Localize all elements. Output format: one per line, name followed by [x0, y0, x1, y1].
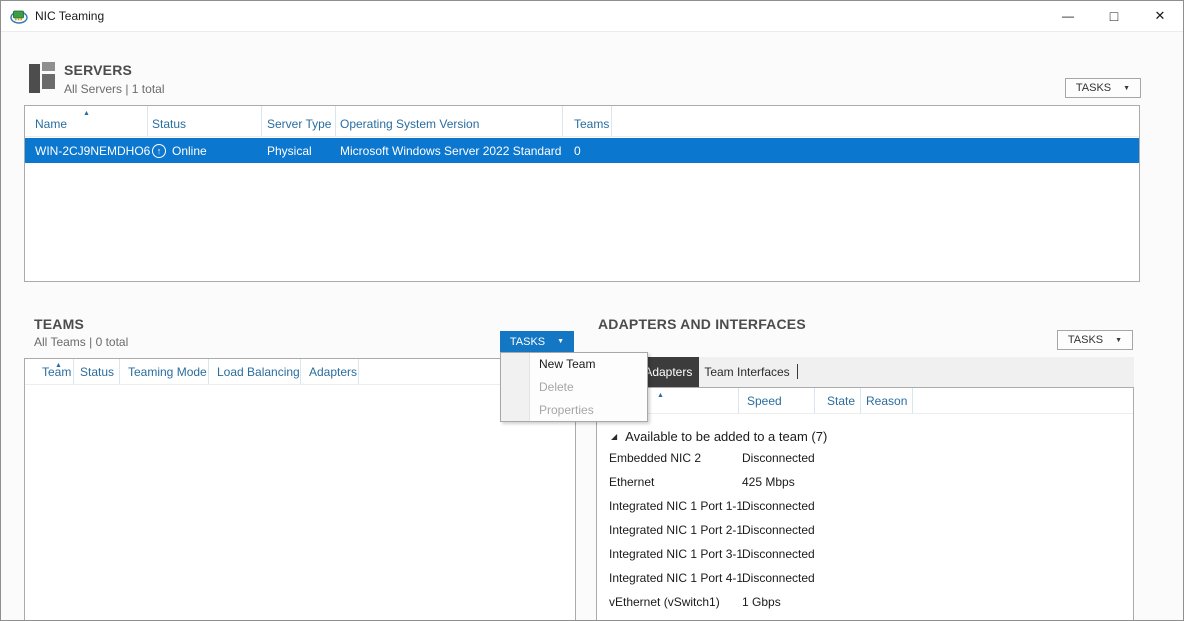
- adapter-name: Embedded NIC 2: [609, 446, 701, 470]
- teams-col-team[interactable]: Team: [25, 359, 74, 384]
- adapter-row[interactable]: Ethernet 425 Mbps: [597, 470, 1133, 494]
- adapter-speed: Disconnected: [742, 542, 815, 566]
- adapter-row[interactable]: Embedded NIC 2 Disconnected: [597, 446, 1133, 470]
- adapter-name: Integrated NIC 1 Port 1-1: [609, 494, 743, 518]
- close-button[interactable]: ✕: [1137, 1, 1183, 31]
- window-title: NIC Teaming: [35, 9, 104, 23]
- adapter-speed: Disconnected: [742, 518, 815, 542]
- adapter-speed: Disconnected: [742, 446, 815, 470]
- expanded-triangle-icon: ◢: [611, 432, 617, 441]
- adapter-row[interactable]: vEthernet (vSwitch1) 1 Gbps: [597, 590, 1133, 614]
- maximize-button[interactable]: □: [1091, 1, 1137, 31]
- close-icon: ✕: [1155, 8, 1166, 24]
- adapters-table-header: ▲ Speed State Reason: [597, 388, 1133, 414]
- caret-down-icon: ▼: [1123, 85, 1130, 92]
- adapter-name: Integrated NIC 1 Port 4-1: [609, 566, 743, 590]
- adapter-name: vEthernet (vSwitch1): [609, 590, 720, 614]
- teams-table-header: ▲ Team Status Teaming Mode Load Balancin…: [25, 359, 575, 385]
- adapters-col-state[interactable]: State: [815, 388, 861, 413]
- adapter-name: Ethernet: [609, 470, 654, 494]
- menu-item-new-team[interactable]: New Team: [501, 353, 647, 376]
- adapters-tasks-button[interactable]: TASKS ▼: [1057, 330, 1133, 350]
- server-type: Physical: [267, 138, 312, 163]
- adapters-tasks-label: TASKS: [1068, 334, 1103, 346]
- server-name: WIN-2CJ9NEMDHO6: [35, 138, 150, 163]
- adapter-speed: 1 Gbps: [742, 590, 781, 614]
- adapter-row[interactable]: Integrated NIC 1 Port 3-1 Disconnected: [597, 542, 1133, 566]
- adapter-speed: Disconnected: [742, 566, 815, 590]
- adapter-row[interactable]: Integrated NIC 1 Port 4-1 Disconnected: [597, 566, 1133, 590]
- minimize-icon: —: [1062, 9, 1074, 23]
- teams-tasks-button[interactable]: TASKS ▼: [500, 331, 574, 352]
- servers-tasks-label: TASKS: [1076, 82, 1111, 94]
- teams-col-teaming-mode[interactable]: Teaming Mode: [120, 359, 209, 384]
- servers-col-teams[interactable]: Teams: [563, 106, 612, 136]
- adapters-col-reason[interactable]: Reason: [861, 388, 913, 413]
- adapters-col-speed[interactable]: Speed: [739, 388, 815, 413]
- adapter-name: Integrated NIC 1 Port 3-1: [609, 542, 743, 566]
- teams-tasks-label: TASKS: [510, 336, 545, 348]
- servers-icon: [29, 62, 57, 93]
- maximize-icon: □: [1110, 8, 1118, 24]
- adapters-section-title: ADAPTERS AND INTERFACES: [598, 316, 806, 332]
- group-header-label: Available to be added to a team (7): [625, 429, 827, 444]
- adapters-table: ▲ Speed State Reason ◢ Available to be a…: [596, 387, 1134, 621]
- teams-col-adapters[interactable]: Adapters: [301, 359, 359, 384]
- title-bar: NIC Teaming — □ ✕: [1, 1, 1183, 32]
- adapter-row[interactable]: Integrated NIC 1 Port 1-1 Disconnected: [597, 494, 1133, 518]
- adapter-speed: 425 Mbps: [742, 470, 795, 494]
- servers-table-header: ▲ Name Status Server Type Operating Syst…: [25, 106, 1139, 137]
- adapter-name: Integrated NIC 1 Port 2-1: [609, 518, 743, 542]
- adapters-tab-strip: Network Adapters Team Interfaces: [596, 357, 1134, 387]
- minimize-button[interactable]: —: [1045, 1, 1091, 31]
- server-row-selected[interactable]: WIN-2CJ9NEMDHO6 ↑ Online Physical Micros…: [25, 138, 1139, 163]
- menu-item-properties: Properties: [501, 399, 647, 422]
- server-os-version: Microsoft Windows Server 2022 Standard: [340, 138, 561, 163]
- teams-table: ▲ Team Status Teaming Mode Load Balancin…: [24, 358, 576, 620]
- servers-col-server-type[interactable]: Server Type: [262, 106, 336, 136]
- servers-table: ▲ Name Status Server Type Operating Syst…: [24, 105, 1140, 282]
- caret-down-icon: ▼: [557, 338, 564, 345]
- servers-col-name[interactable]: Name: [25, 106, 148, 136]
- servers-section-subtitle: All Servers | 1 total: [64, 82, 165, 96]
- nic-teaming-app-icon: [10, 8, 28, 24]
- servers-section-title: SERVERS: [64, 62, 132, 78]
- servers-col-status[interactable]: Status: [148, 106, 262, 136]
- adapter-speed: Disconnected: [742, 494, 815, 518]
- nic-teaming-window: NIC Teaming — □ ✕ SERVERS All Servers | …: [0, 0, 1184, 621]
- teams-tasks-menu: New Team Delete Properties: [500, 352, 648, 422]
- adapter-row[interactable]: Integrated NIC 1 Port 2-1 Disconnected: [597, 518, 1133, 542]
- teams-section-title: TEAMS: [34, 316, 84, 332]
- server-teams-count: 0: [574, 138, 581, 163]
- teams-col-status[interactable]: Status: [74, 359, 120, 384]
- window-controls: — □ ✕: [1045, 1, 1183, 31]
- servers-col-os-version[interactable]: Operating System Version: [336, 106, 563, 136]
- tab-team-interfaces[interactable]: Team Interfaces: [699, 357, 795, 387]
- caret-down-icon: ▼: [1115, 337, 1122, 344]
- teams-section-subtitle: All Teams | 0 total: [34, 335, 128, 349]
- servers-tasks-button[interactable]: TASKS ▼: [1065, 78, 1141, 98]
- tab-divider: [797, 364, 798, 379]
- adapters-group-header[interactable]: ◢ Available to be added to a team (7): [597, 424, 1133, 448]
- server-status: ↑ Online: [152, 138, 207, 163]
- menu-item-delete: Delete: [501, 376, 647, 399]
- teams-col-load-balancing[interactable]: Load Balancing: [209, 359, 301, 384]
- server-online-up-arrow-icon: ↑: [152, 144, 166, 158]
